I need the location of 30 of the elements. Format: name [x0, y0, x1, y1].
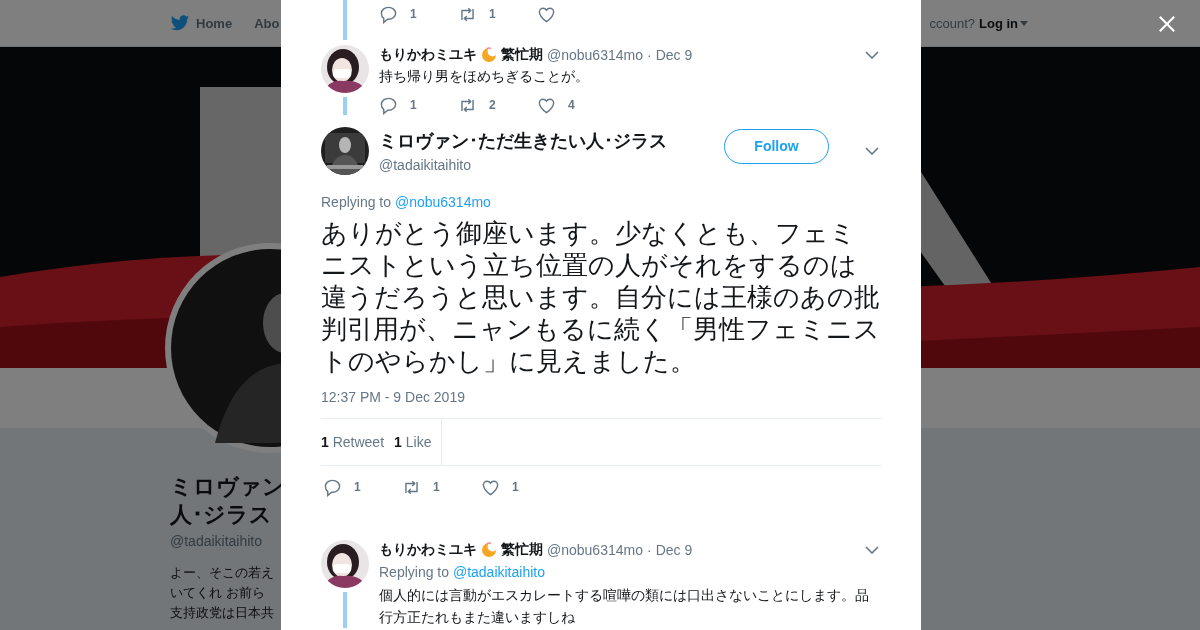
nav-link[interactable]: Abo — [254, 14, 280, 32]
tweet-timestamp[interactable]: 12:37 PM - 9 Dec 2019 — [321, 389, 881, 405]
nav-link[interactable]: Home — [170, 14, 233, 32]
reply-icon — [379, 4, 398, 24]
account-prompt: ccount? — [929, 15, 975, 31]
reply-icon — [323, 477, 342, 497]
caret-icon — [1020, 20, 1028, 26]
crescent-icon — [481, 542, 497, 558]
like-count-link[interactable]: 1 Like — [394, 434, 432, 450]
author-handle[interactable]: @nobu6314mo — [547, 542, 643, 558]
retweet-button[interactable]: 1 — [402, 477, 481, 497]
retweet-button[interactable]: 1 — [458, 4, 537, 24]
separator-dot: · — [646, 542, 652, 558]
profile-name: ミロヴァン 人･ジラス — [170, 473, 286, 529]
profile-bio: よー、そこの若え いてくれ お前ら 支持政党は日本共 — [170, 564, 275, 622]
login-link[interactable]: Log in — [979, 15, 1028, 31]
reply-button[interactable]: 1 — [379, 4, 458, 24]
author-name[interactable]: もりかわミユキ — [379, 541, 477, 559]
profile-handle: @tadaikitaihito — [170, 533, 264, 549]
close-icon[interactable] — [1158, 15, 1176, 33]
chevron-icon[interactable] — [865, 546, 879, 554]
tweet-text: 個人的には言動がエスカレートする喧嘩の類には口出さないことにします。品行方正たれもまた違いますしね — [379, 586, 870, 627]
author-name-suffix[interactable]: 繁忙期 — [501, 541, 543, 559]
retweet-count-link[interactable]: 1 Retweet — [321, 434, 385, 450]
mention-link[interactable]: @tadaikitaihito — [452, 564, 545, 580]
like-button[interactable]: 1 — [481, 477, 560, 497]
bird-icon — [170, 14, 190, 32]
replying-to: Replying to @tadaikitaihito — [379, 564, 546, 580]
tweet-date[interactable]: Dec 9 — [655, 542, 693, 558]
reply-button[interactable]: 1 — [323, 477, 402, 497]
